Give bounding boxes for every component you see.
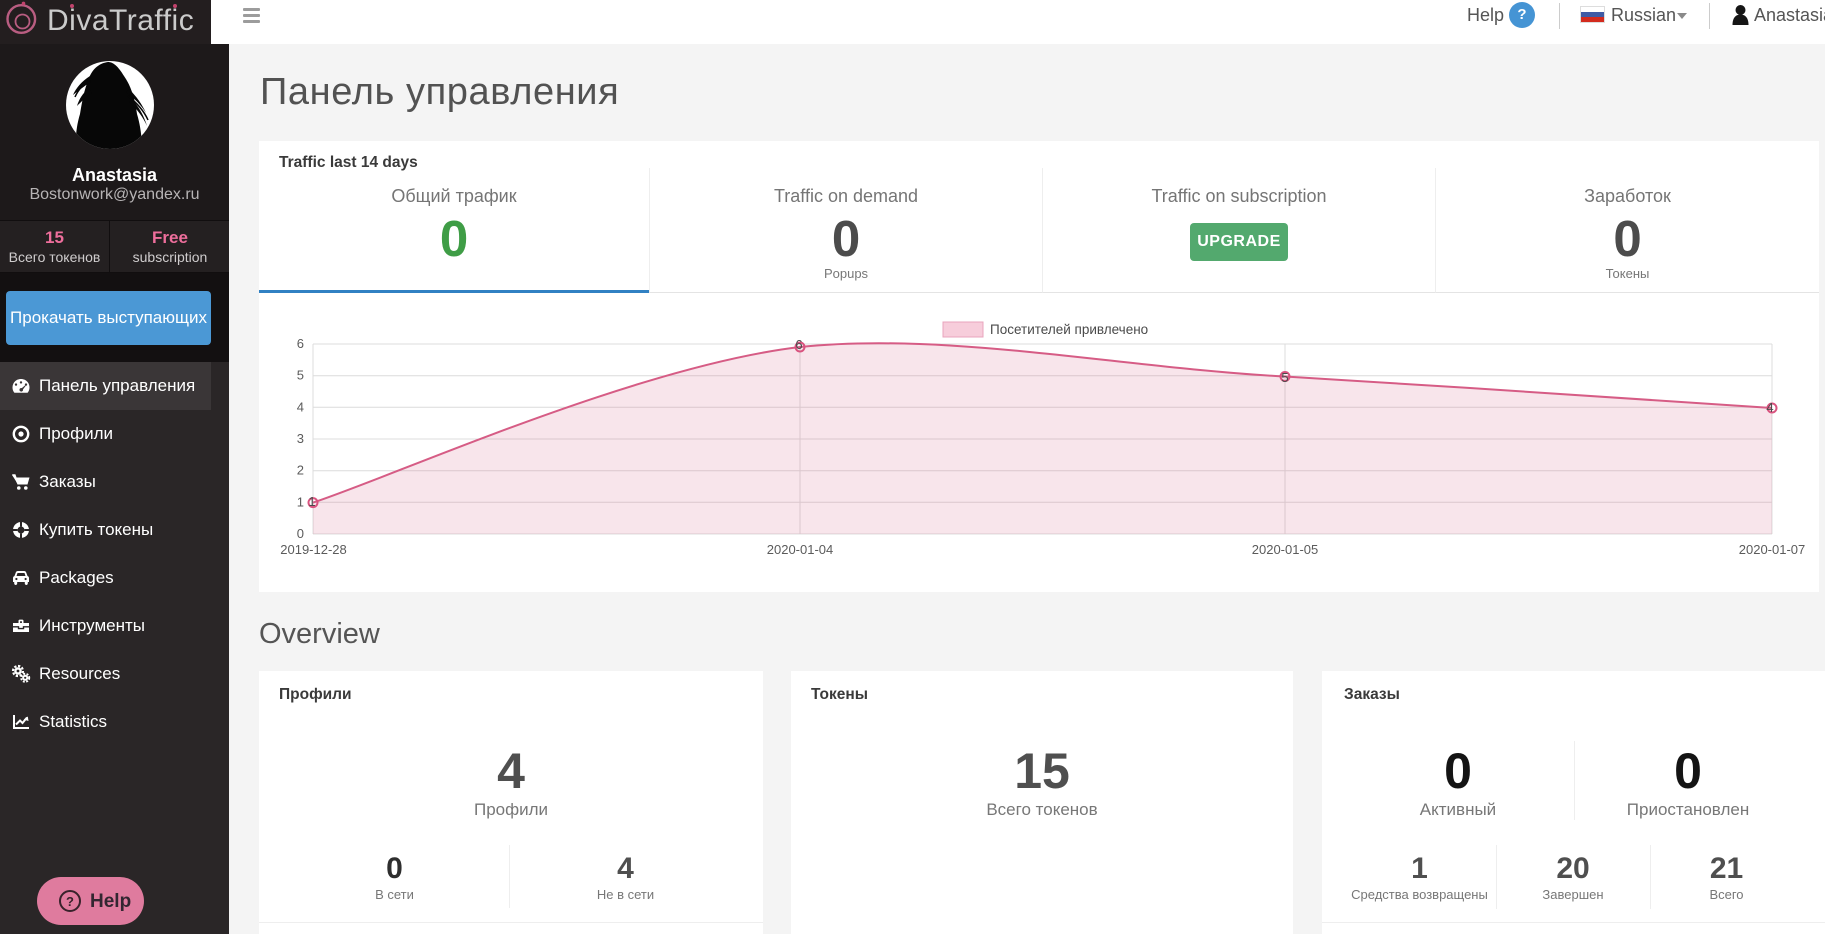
svg-text:4: 4 xyxy=(297,399,304,414)
svg-text:3: 3 xyxy=(297,431,304,446)
svg-text:2019-12-28: 2019-12-28 xyxy=(280,542,347,557)
svg-text:1: 1 xyxy=(297,494,304,509)
svg-text:2020-01-04: 2020-01-04 xyxy=(767,542,834,557)
svg-text:5: 5 xyxy=(297,368,304,383)
svg-text:6: 6 xyxy=(795,337,802,352)
svg-text:0: 0 xyxy=(297,526,304,541)
svg-text:6: 6 xyxy=(297,336,304,351)
svg-text:4: 4 xyxy=(1766,400,1773,415)
svg-text:1: 1 xyxy=(308,494,315,509)
svg-text:Посетителей привлечено: Посетителей привлечено xyxy=(990,322,1148,337)
svg-text:5: 5 xyxy=(1281,370,1288,385)
svg-text:2020-01-05: 2020-01-05 xyxy=(1252,542,1319,557)
svg-text:?: ? xyxy=(66,894,74,909)
svg-text:2: 2 xyxy=(297,463,304,478)
svg-text:2020-01-07: 2020-01-07 xyxy=(1739,542,1806,557)
